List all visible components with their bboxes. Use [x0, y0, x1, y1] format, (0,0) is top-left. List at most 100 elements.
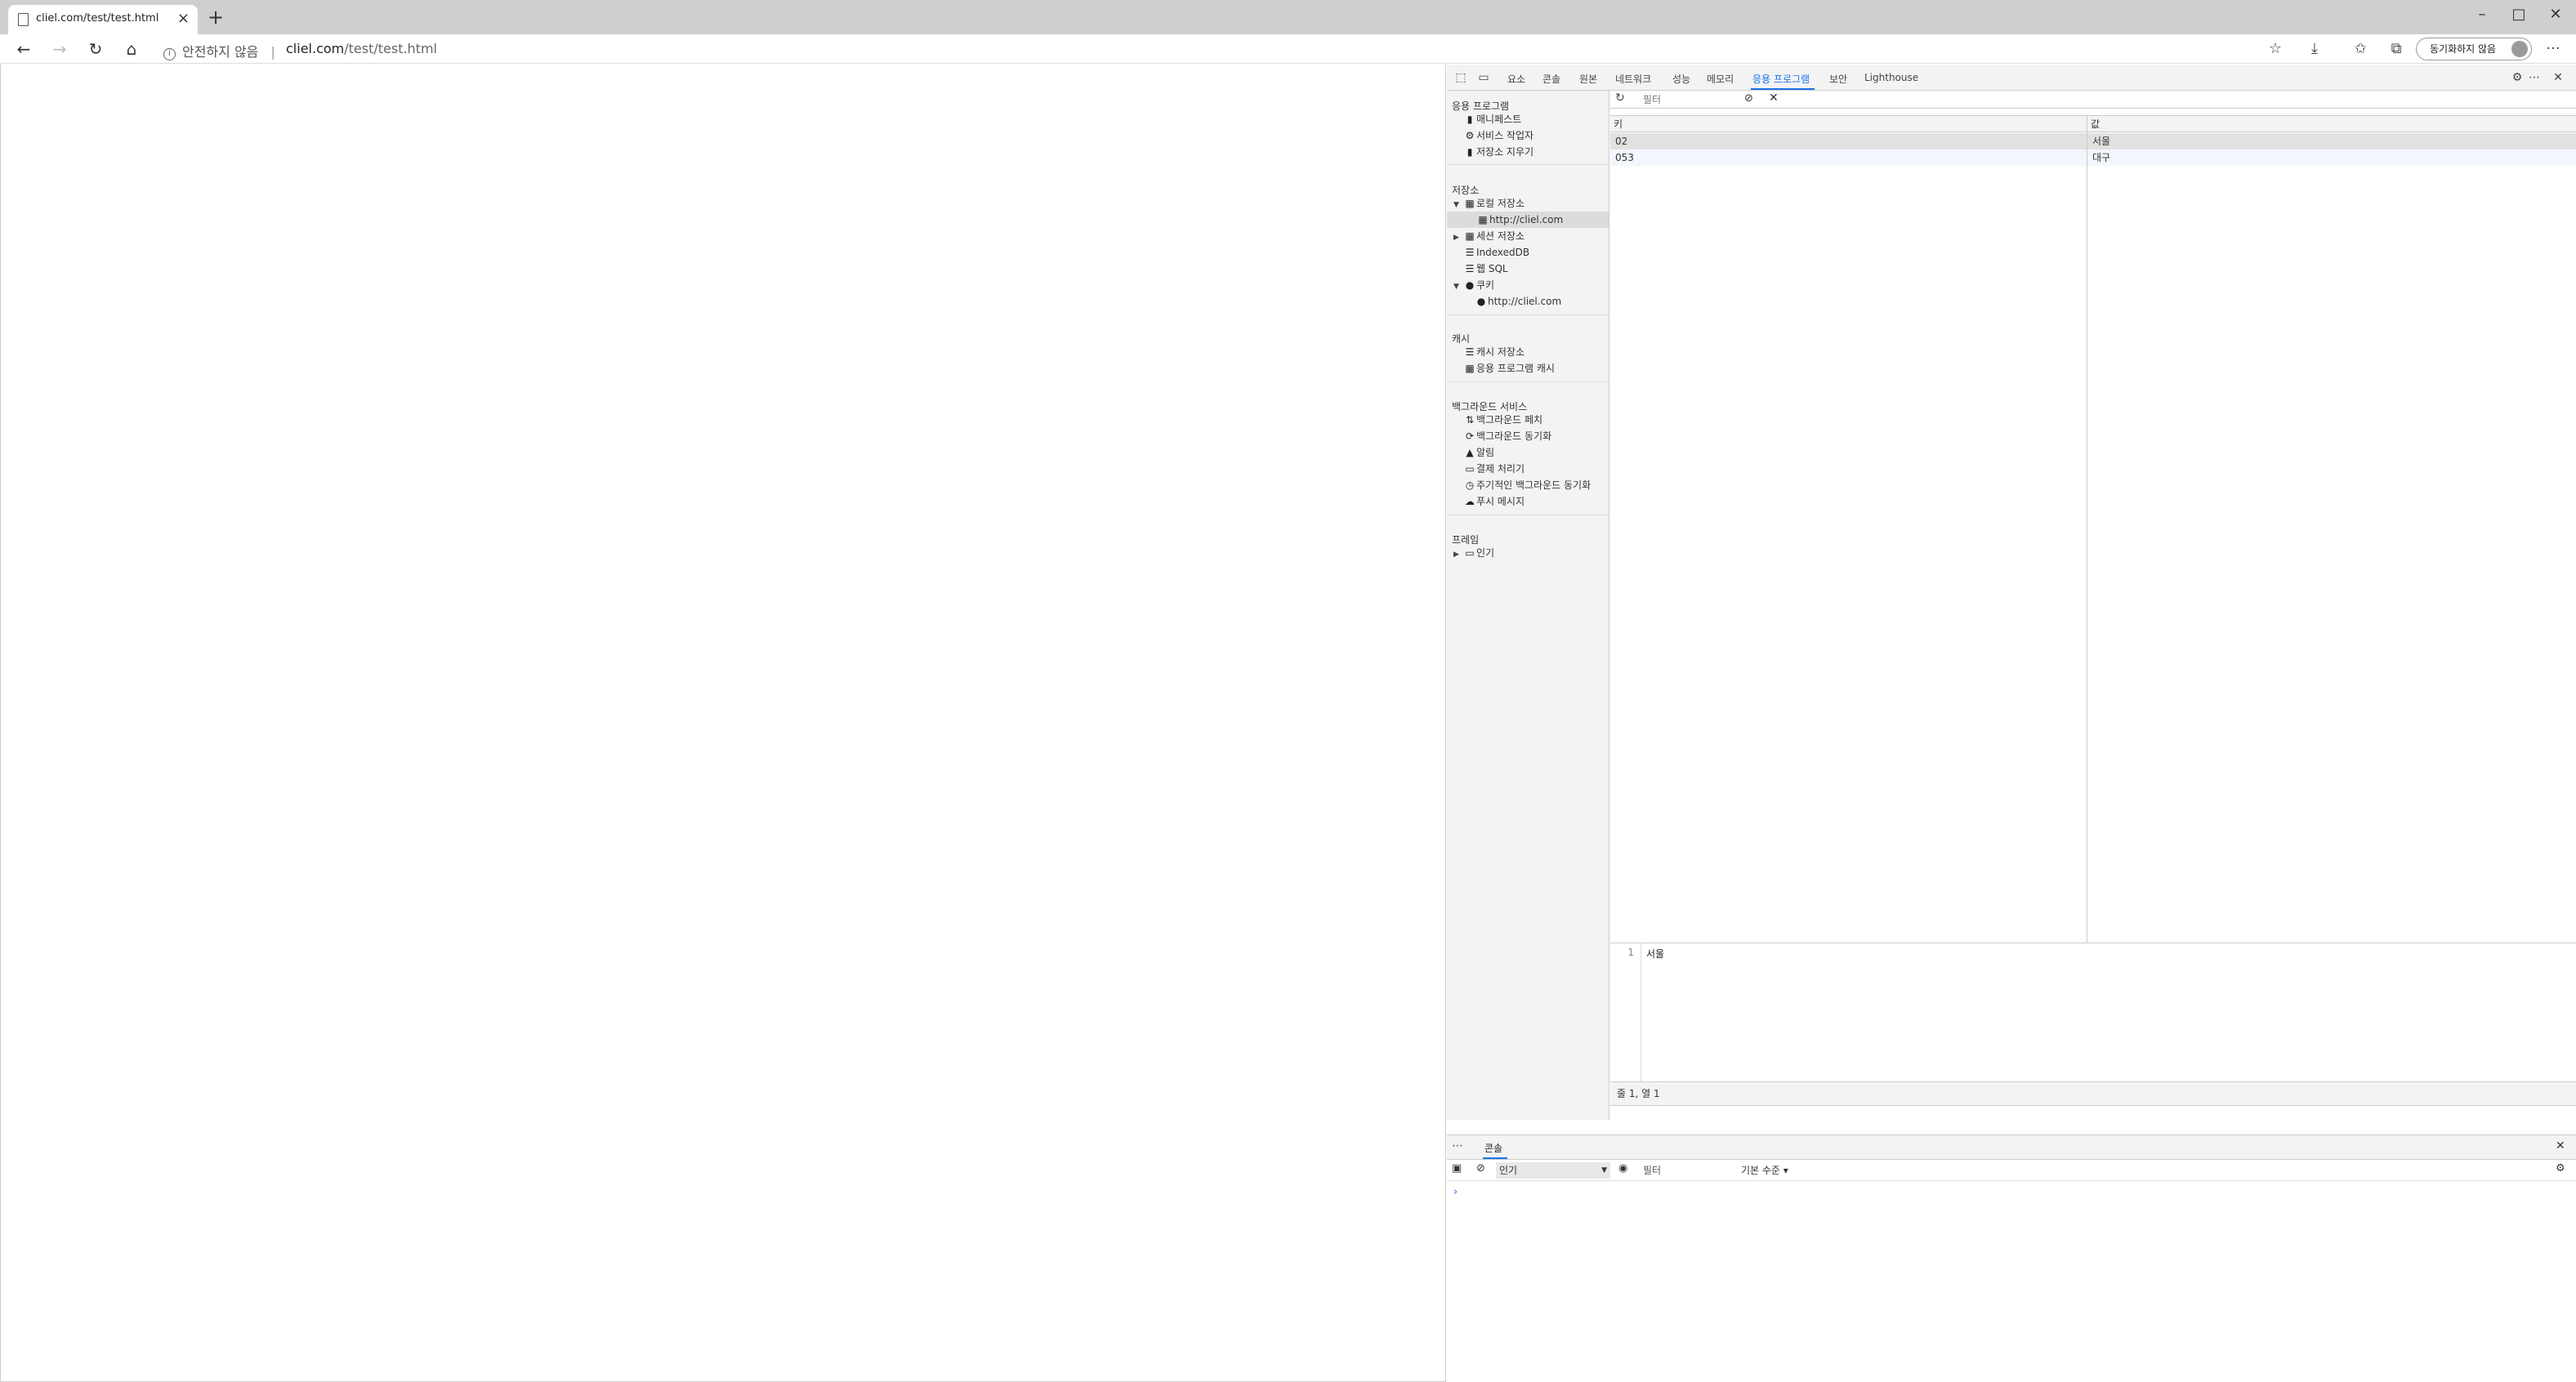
close-devtools-icon[interactable]: ✕ — [2549, 69, 2567, 87]
clear-all-icon[interactable]: ⊘ — [1744, 92, 1753, 105]
console-settings-icon[interactable]: ⚙ — [2556, 1162, 2565, 1175]
table-icon: ▦ — [1465, 230, 1475, 242]
forward-icon[interactable]: → — [47, 38, 72, 60]
expanded-arrow-icon[interactable]: ▼ — [1453, 197, 1463, 213]
sidebar-item-websql[interactable]: ☰ 웹 SQL — [1463, 261, 1508, 277]
home-icon[interactable]: ⌂ — [119, 38, 144, 60]
sidebar-item-label: 푸시 메시지 — [1476, 496, 1525, 507]
column-header-key[interactable]: 키 — [1610, 116, 2087, 132]
console-prompt[interactable]: › — [1453, 1186, 1458, 1198]
refresh-icon[interactable]: ↻ — [1615, 91, 1625, 105]
sidebar-item-cookies[interactable]: ▼ ● 쿠키 — [1453, 277, 1494, 293]
sidebar-item-bg-fetch[interactable]: ⇅ 백그라운드 페치 — [1463, 412, 1542, 428]
address-bar: ← → ↻ ⌂ i 안전하지 않음 | cliel.com/test/test.h… — [0, 34, 2576, 64]
table-icon: ▦ — [1465, 198, 1475, 209]
maximize-icon[interactable]: □ — [2500, 3, 2538, 26]
tab-application[interactable]: 응용 프로그램 — [1752, 72, 1810, 86]
drawer-menu-icon[interactable]: ⋯ — [1452, 1139, 1463, 1152]
sidebar-item-periodic-bg-sync[interactable]: ◷ 주기적인 백그라운드 동기화 — [1463, 477, 1591, 493]
sidebar-toggle-icon[interactable]: ▣ — [1452, 1162, 1462, 1175]
sidebar-item-bg-sync[interactable]: ⟳ 백그라운드 동기화 — [1463, 428, 1551, 444]
sidebar-item-label: 세션 저장소 — [1476, 230, 1525, 242]
sidebar-item-manifest[interactable]: ▮ 매니페스트 — [1463, 111, 1522, 127]
tab-sources[interactable]: 원본 — [1579, 72, 1597, 86]
settings-gear-icon[interactable]: ⚙ — [2508, 69, 2526, 87]
column-header-value[interactable]: 값 — [2087, 116, 2576, 132]
sidebar-item-cache-storage[interactable]: ☰ 캐시 저장소 — [1463, 344, 1525, 360]
refresh-icon[interactable]: ↻ — [83, 38, 108, 60]
collections-icon[interactable]: ⧉ — [2384, 38, 2409, 60]
table-icon: ▦ — [1465, 363, 1475, 374]
browser-tab[interactable]: cliel.com/test/test.html × — [8, 5, 198, 34]
up-down-arrows-icon: ⇅ — [1465, 414, 1475, 426]
active-tab-indicator — [1483, 1157, 1507, 1159]
tab-performance[interactable]: 성능 — [1672, 72, 1690, 86]
close-drawer-icon[interactable]: ✕ — [2556, 1139, 2565, 1152]
devtools-more-icon[interactable]: ⋯ — [2525, 69, 2543, 87]
sidebar-item-local-origin[interactable]: ▦ http://cliel.com — [1447, 212, 1609, 228]
inspect-element-icon[interactable]: ⬚ — [1452, 69, 1470, 87]
tab-network[interactable]: 네트워크 — [1615, 72, 1651, 86]
collapsed-arrow-icon[interactable]: ▶ — [1453, 230, 1463, 246]
table-row[interactable]: 053 대구 — [1610, 149, 2576, 166]
sidebar-item-push-messaging[interactable]: ☁ 푸시 메시지 — [1463, 493, 1525, 510]
sidebar-item-app-cache[interactable]: ▦ 응용 프로그램 캐시 — [1463, 360, 1555, 377]
context-select[interactable]: 인기 ▼ — [1496, 1162, 1610, 1179]
cookie-icon: ● — [1476, 296, 1486, 307]
minimize-icon[interactable]: – — [2463, 3, 2501, 26]
cell-key: 02 — [1615, 136, 1628, 147]
sidebar-item-cookie-origin[interactable]: ● http://cliel.com — [1475, 293, 1561, 310]
frame-icon: ▭ — [1465, 547, 1475, 559]
storage-filter-input[interactable] — [1640, 92, 1738, 107]
sidebar-item-notifications[interactable]: ▲ 알림 — [1463, 444, 1494, 461]
gear-icon: ⚙ — [1465, 130, 1475, 141]
expanded-arrow-icon[interactable]: ▼ — [1453, 279, 1463, 295]
preview-text: 서울 — [1646, 948, 1665, 960]
tab-elements[interactable]: 요소 — [1507, 72, 1525, 86]
console-filter-input[interactable]: 필터 — [1640, 1162, 1738, 1179]
sidebar-item-indexeddb[interactable]: ☰ IndexedDB — [1463, 244, 1530, 261]
profile-button[interactable]: 동기화하지 않음 — [2416, 38, 2532, 60]
eye-icon[interactable]: ◉ — [1618, 1162, 1627, 1175]
sidebar-item-clear-storage[interactable]: ▮ 저장소 지우기 — [1463, 144, 1534, 160]
log-level-select[interactable]: 기본 수준 ▾ — [1741, 1162, 1788, 1179]
sidebar-item-service-workers[interactable]: ⚙ 서비스 작업자 — [1463, 127, 1534, 144]
context-value: 인기 — [1499, 1165, 1518, 1176]
sidebar-item-session-storage[interactable]: ▶ ▦ 세션 저장소 — [1453, 228, 1525, 244]
tab-title: cliel.com/test/test.html — [36, 12, 159, 25]
divider — [1447, 164, 1609, 165]
devtools-panel: ⬚ ▭ 요소 콘솔 원본 네트워크 성능 메모리 응용 프로그램 보안 Ligh… — [1447, 65, 2576, 1382]
sidebar-item-top-frame[interactable]: ▶ ▭ 인기 — [1453, 545, 1494, 561]
new-tab-button[interactable]: + — [204, 7, 227, 29]
cell-value: 서울 — [2092, 136, 2111, 147]
tab-security[interactable]: 보안 — [1829, 72, 1847, 86]
security-label: 안전하지 않음 — [182, 44, 259, 60]
sidebar-item-local-storage[interactable]: ▼ ▦ 로컬 저장소 — [1453, 195, 1525, 212]
sidebar-item-label: IndexedDB — [1476, 247, 1530, 258]
tab-lighthouse[interactable]: Lighthouse — [1864, 72, 1918, 83]
back-icon[interactable]: ← — [11, 38, 36, 60]
collapsed-arrow-icon[interactable]: ▶ — [1453, 546, 1463, 563]
favorites-icon[interactable]: ✩ — [2348, 38, 2373, 60]
tab-console[interactable]: 콘솔 — [1542, 72, 1560, 86]
tab-memory[interactable]: 메모리 — [1707, 72, 1734, 86]
tab-drawer-console[interactable]: 콘솔 — [1484, 1141, 1502, 1155]
device-toolbar-icon[interactable]: ▭ — [1475, 69, 1493, 87]
close-tab-icon[interactable]: × — [177, 10, 190, 27]
database-icon: ☰ — [1465, 346, 1475, 358]
url-field[interactable]: cliel.com/test/test.html — [286, 41, 437, 56]
security-indicator[interactable]: i 안전하지 않음 | — [163, 41, 275, 60]
more-icon[interactable]: ··· — [2541, 38, 2565, 60]
delete-selected-icon[interactable]: ✕ — [1769, 91, 1779, 105]
sidebar-item-label: 결제 처리기 — [1476, 463, 1525, 475]
download-icon[interactable]: ⤓ — [2302, 38, 2327, 60]
favorite-star-icon[interactable]: ☆ — [2263, 38, 2288, 60]
sidebar-item-payment-handler[interactable]: ▭ 결제 처리기 — [1463, 461, 1525, 477]
chevron-down-icon: ▼ — [1601, 1166, 1607, 1175]
sidebar-item-label: 백그라운드 페치 — [1476, 414, 1543, 426]
clear-console-icon[interactable]: ⊘ — [1476, 1162, 1485, 1175]
close-window-icon[interactable]: ✕ — [2537, 3, 2574, 26]
table-row[interactable]: 02 서울 — [1610, 133, 2576, 149]
storage-grid: 키 값 02 서울 053 대구 — [1610, 115, 2576, 943]
cursor-position: 줄 1, 열 1 — [1610, 1081, 2576, 1106]
